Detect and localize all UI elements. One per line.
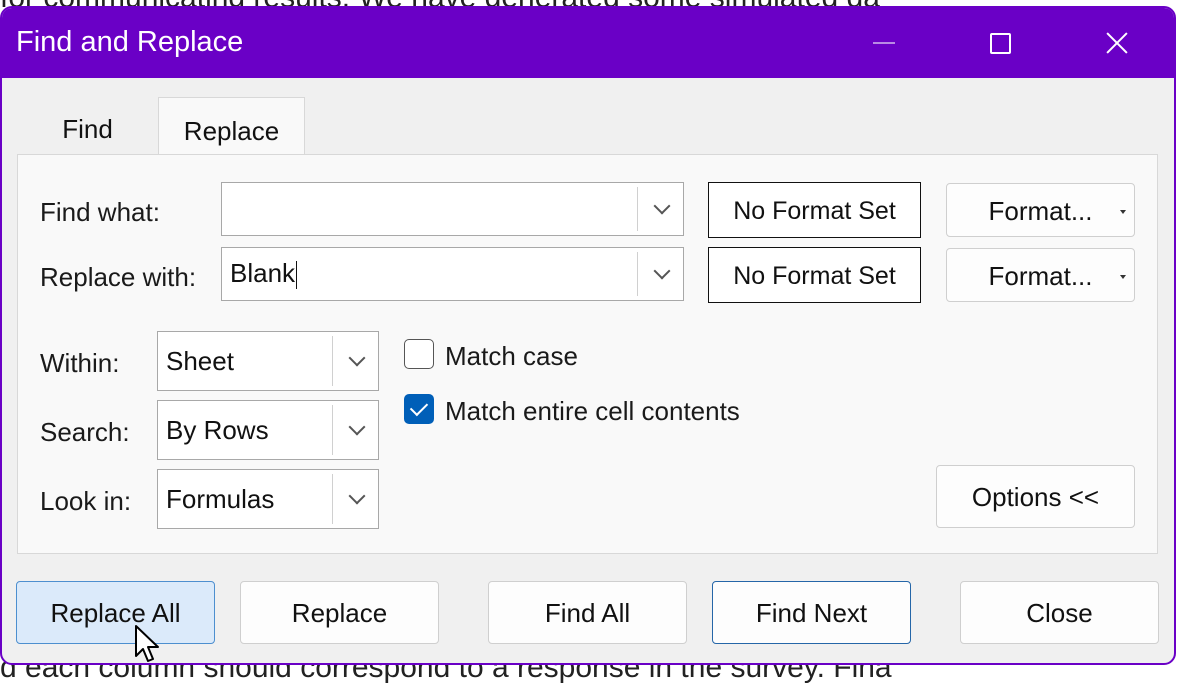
maximize-icon bbox=[989, 32, 1011, 54]
within-label: Within: bbox=[40, 348, 120, 378]
search-label: Search: bbox=[40, 417, 130, 447]
maximize-button[interactable] bbox=[970, 18, 1030, 68]
find-format-preview: No Format Set bbox=[708, 182, 921, 238]
find-replace-dialog: Find and Replace Find Replace Find what:… bbox=[0, 6, 1176, 665]
replace-button[interactable]: Replace bbox=[240, 581, 439, 644]
chevron-down-icon bbox=[348, 487, 366, 505]
within-select[interactable]: Sheet bbox=[157, 331, 379, 391]
minimize-button bbox=[854, 18, 914, 68]
mouse-pointer-icon bbox=[135, 625, 159, 662]
find-format-button[interactable]: Format... bbox=[946, 183, 1135, 237]
replace-with-label: Replace with: bbox=[40, 262, 197, 292]
within-value: Sheet bbox=[166, 346, 234, 376]
tab-replace[interactable]: Replace bbox=[158, 97, 305, 161]
replace-with-input[interactable]: Blank bbox=[221, 247, 684, 301]
chevron-down-icon bbox=[348, 349, 366, 367]
match-case-label[interactable]: Match case bbox=[445, 341, 578, 372]
chevron-down-icon[interactable] bbox=[653, 197, 671, 215]
look-in-select[interactable]: Formulas bbox=[157, 469, 379, 529]
text-caret bbox=[296, 261, 298, 290]
chevron-down-icon bbox=[348, 418, 366, 436]
look-in-label: Look in: bbox=[40, 486, 132, 516]
replace-format-button[interactable]: Format... bbox=[946, 248, 1135, 302]
dialog-title: Find and Replace bbox=[16, 26, 244, 58]
find-what-input[interactable] bbox=[221, 182, 684, 236]
match-entire-cell-checkbox[interactable] bbox=[404, 394, 434, 424]
replace-all-button[interactable]: Replace All bbox=[16, 581, 215, 644]
close-button[interactable]: Close bbox=[960, 581, 1159, 644]
minimize-icon bbox=[873, 42, 895, 44]
look-in-value: Formulas bbox=[166, 484, 275, 514]
find-next-button[interactable]: Find Next bbox=[712, 581, 911, 644]
close-window-button[interactable] bbox=[1087, 18, 1147, 68]
dropdown-arrow-icon bbox=[1120, 275, 1126, 279]
close-icon bbox=[1105, 31, 1129, 55]
search-select[interactable]: By Rows bbox=[157, 400, 379, 460]
dropdown-arrow-icon bbox=[1120, 210, 1126, 214]
search-value: By Rows bbox=[166, 415, 269, 445]
tab-find[interactable]: Find bbox=[17, 99, 158, 155]
title-bar[interactable]: Find and Replace bbox=[2, 8, 1174, 78]
options-button[interactable]: Options << bbox=[936, 465, 1135, 528]
chevron-down-icon[interactable] bbox=[653, 262, 671, 280]
match-entire-cell-label[interactable]: Match entire cell contents bbox=[445, 396, 740, 427]
replace-format-preview: No Format Set bbox=[708, 247, 921, 303]
replace-format-button-label: Format... bbox=[988, 261, 1093, 291]
find-all-button[interactable]: Find All bbox=[488, 581, 687, 644]
find-what-label: Find what: bbox=[40, 197, 160, 227]
match-case-checkbox[interactable] bbox=[404, 339, 434, 369]
replace-with-value: Blank bbox=[230, 258, 296, 288]
find-format-button-label: Format... bbox=[988, 196, 1093, 226]
